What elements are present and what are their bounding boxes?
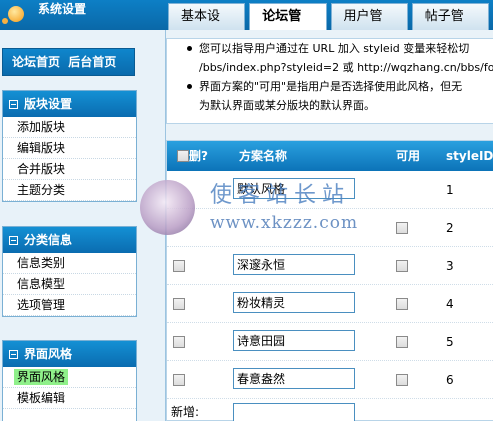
watermark: 使客站长站 www.xkzzz.com [140, 175, 360, 245]
style-name-input[interactable] [233, 254, 355, 275]
available-checkbox[interactable] [396, 298, 408, 310]
new-label: 新增: [171, 405, 200, 419]
select-all-checkbox[interactable] [177, 150, 189, 162]
sidebar-item-merge-board[interactable]: 合并版块 [3, 159, 136, 180]
delete-checkbox[interactable] [173, 260, 185, 272]
new-style-name-input[interactable] [233, 403, 355, 421]
style-name-input[interactable] [233, 330, 355, 351]
top-tabs: 基本设置 论坛管理 用户管理 帖子管理 [168, 3, 493, 50]
admin-home-link[interactable]: 后台首页 [68, 55, 116, 69]
table-header: 删? 方案名称 可用 styleID [167, 141, 493, 171]
sidebar-item-add-board[interactable]: 添加版块 [3, 117, 136, 138]
sidebar-item-info-category[interactable]: 信息类别 [3, 253, 136, 274]
col-name: 方案名称 [239, 149, 288, 163]
bullet-icon [187, 46, 192, 51]
logo: 系统设置 [0, 0, 166, 30]
tip-text: 界面方案的"可用"是指用户是否选择使用此风格，但无 [199, 80, 463, 93]
delete-checkbox[interactable] [173, 336, 185, 348]
tab-forum-management[interactable]: 论坛管理 [249, 3, 327, 50]
collapse-icon[interactable] [9, 235, 18, 245]
available-checkbox[interactable] [396, 222, 408, 234]
tab-user-management[interactable]: 用户管理 [330, 3, 408, 50]
collapse-icon[interactable] [9, 99, 18, 109]
bullet-icon [187, 84, 192, 89]
tip-text: 为默认界面或某分版块的默认界面。 [199, 99, 375, 112]
new-row: 新增: [167, 399, 493, 421]
section-header[interactable]: 版块设置 [3, 91, 136, 117]
table-row: 6 [167, 361, 493, 399]
tip-line: 为默认界面或某分版块的默认界面。 [167, 96, 493, 115]
collapse-icon[interactable] [9, 349, 18, 359]
available-checkbox[interactable] [396, 336, 408, 348]
available-checkbox[interactable] [396, 260, 408, 272]
style-id: 6 [446, 373, 454, 387]
forum-home-link[interactable]: 论坛首页 [12, 55, 60, 69]
col-styleid: styleID [446, 149, 493, 163]
top-header: 系统设置 基本设置 论坛管理 用户管理 帖子管理 [0, 0, 493, 50]
table-row: 5 [167, 323, 493, 361]
watermark-seal-icon [140, 180, 195, 235]
style-name-input[interactable] [233, 368, 355, 389]
sidebar-item-template-edit[interactable]: 模板编辑 [3, 388, 136, 409]
section-title: 界面风格 [24, 347, 73, 361]
logo-dot-icon [2, 18, 8, 24]
tip-line: 界面方案的"可用"是指用户是否选择使用此风格，但无 [167, 77, 493, 96]
section-interface-style: 界面风格 界面风格 模板编辑 [2, 340, 137, 421]
delete-checkbox[interactable] [173, 298, 185, 310]
style-name-input[interactable] [233, 292, 355, 313]
style-id: 5 [446, 335, 454, 349]
section-header[interactable]: 界面风格 [3, 341, 136, 367]
sidebar-item-interface-style[interactable]: 界面风格 [3, 367, 136, 388]
tips-box: 您可以指导用户通过在 URL 加入 styleid 变量来轻松切 /bbs/in… [166, 38, 493, 124]
style-id: 3 [446, 259, 454, 273]
sidebar-item-info-model[interactable]: 信息模型 [3, 274, 136, 295]
table-row: 4 [167, 285, 493, 323]
section-board-settings: 版块设置 添加版块 编辑版块 合并版块 主题分类 [2, 90, 137, 202]
sidebar-item-thread-types[interactable]: 主题分类 [3, 180, 136, 201]
available-checkbox[interactable] [396, 374, 408, 386]
watermark-title: 使客站长站 [210, 183, 351, 208]
system-title: 系统设置 [38, 2, 87, 16]
sidebar-item-edit-board[interactable]: 编辑版块 [3, 138, 136, 159]
style-id: 1 [446, 183, 454, 197]
section-title: 分类信息 [24, 233, 73, 247]
watermark-url: www.xkzzz.com [210, 213, 359, 233]
style-id: 4 [446, 297, 454, 311]
tip-line: 您可以指导用户通过在 URL 加入 styleid 变量来轻松切 [167, 39, 493, 58]
tip-text: 您可以指导用户通过在 URL 加入 styleid 变量来轻松切 [199, 42, 470, 55]
section-header[interactable]: 分类信息 [3, 227, 136, 253]
section-category-info: 分类信息 信息类别 信息模型 选项管理 [2, 226, 137, 317]
home-links: 论坛首页 后台首页 [2, 48, 135, 76]
delete-checkbox[interactable] [173, 374, 185, 386]
style-id: 2 [446, 221, 454, 235]
col-delete: 删? [189, 149, 208, 163]
tip-text: /bbs/index.php?styleid=2 或 http://wqzhan… [199, 61, 493, 74]
col-available: 可用 [396, 149, 421, 163]
logo-icon [8, 6, 24, 22]
sidebar-item-label: 界面风格 [14, 369, 69, 385]
tab-post-management[interactable]: 帖子管理 [411, 3, 489, 50]
table-row: 3 [167, 247, 493, 285]
section-title: 版块设置 [24, 97, 73, 111]
tab-basic-settings[interactable]: 基本设置 [168, 3, 246, 50]
tip-line: /bbs/index.php?styleid=2 或 http://wqzhan… [167, 58, 493, 77]
sidebar-item-option-management[interactable]: 选项管理 [3, 295, 136, 316]
